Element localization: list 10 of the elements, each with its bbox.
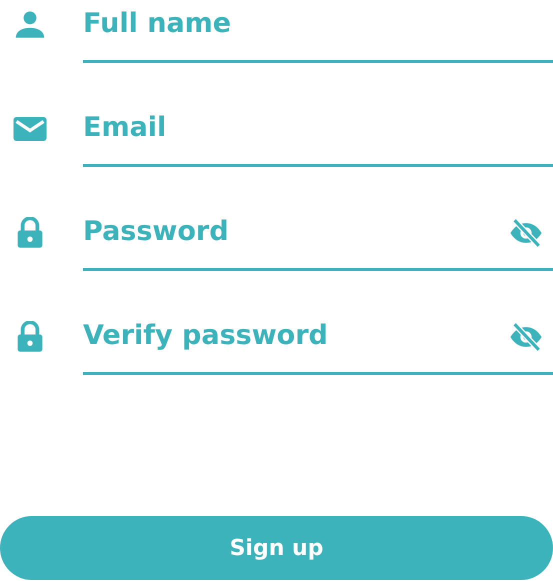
padlock-icon bbox=[14, 321, 44, 353]
input-field[interactable]: Verify password bbox=[83, 312, 553, 375]
padlock-icon bbox=[14, 217, 44, 249]
sign-up-button[interactable]: Sign up bbox=[0, 516, 553, 580]
input-field[interactable]: Full name bbox=[83, 0, 553, 63]
input-field[interactable]: Email bbox=[83, 104, 553, 167]
eye-slash-icon[interactable] bbox=[509, 320, 543, 354]
envelope-icon bbox=[12, 114, 48, 144]
input-field[interactable]: Password bbox=[83, 208, 553, 271]
eye-slash-icon[interactable] bbox=[509, 216, 543, 250]
